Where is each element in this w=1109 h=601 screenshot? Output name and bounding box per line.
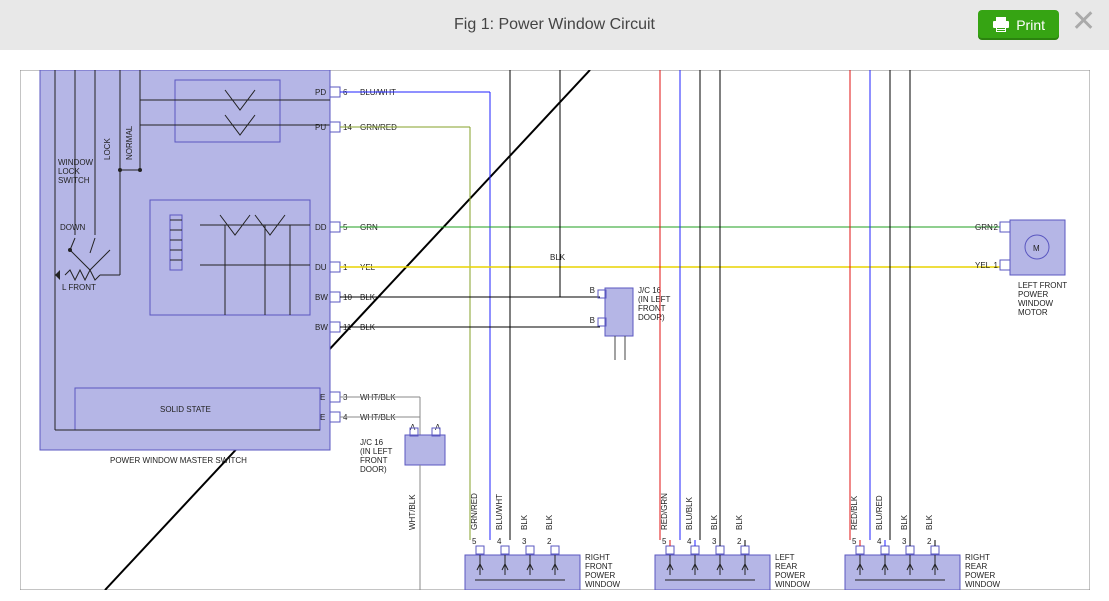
svg-text:3: 3 [522,537,527,546]
svg-text:4: 4 [687,537,692,546]
pin-du-tag: DU [315,263,327,272]
normal-label: NORMAL [125,125,134,160]
svg-text:BLU/BLK: BLU/BLK [685,496,694,530]
svg-text:B: B [590,316,595,325]
svg-text:5: 5 [852,537,857,546]
svg-text:BLU/WHT: BLU/WHT [495,494,504,530]
jc16-top-label: J/C 16(IN LEFTFRONTDOOR) [638,286,671,322]
svg-text:BLU/RED: BLU/RED [875,495,884,530]
svg-text:1: 1 [994,261,999,270]
close-button[interactable]: ✕ [1065,4,1101,40]
motor-label: LEFT FRONTPOWERWINDOWMOTOR [1018,281,1067,317]
solid-state-label: SOLID STATE [160,405,211,414]
print-button[interactable]: Print [978,10,1059,40]
pin-pd-tag: PD [315,88,326,97]
print-label: Print [1016,17,1045,33]
pin-bw2-tag: BW [315,323,328,332]
control-label-2: RIGHTREARPOWERWINDOWCONTROL [965,553,1005,590]
svg-text:4: 4 [497,537,502,546]
svg-text:RED/GRN: RED/GRN [660,493,669,530]
svg-text:2: 2 [547,537,552,546]
svg-text:4: 4 [877,537,882,546]
diagram-canvas: POWER WINDOW MASTER SWITCH WINDOWLOCKSWI… [0,50,1109,601]
svg-text:5: 5 [472,537,477,546]
svg-text:BLK: BLK [545,514,554,530]
svg-text:B: B [590,286,595,295]
printer-icon [992,17,1010,33]
control-box-1 [655,555,770,590]
svg-text:BLK: BLK [925,514,934,530]
svg-text:BLK: BLK [710,514,719,530]
pin-e2-tag: E [320,413,325,422]
svg-text:GRN: GRN [975,223,993,232]
l-front-label: L FRONT [62,283,96,292]
mid-blk-label: BLK [550,253,566,262]
pin-dd-tag: DD [315,223,327,232]
pin-e1-tag: E [320,393,325,402]
svg-text:3: 3 [712,537,717,546]
svg-text:3: 3 [902,537,907,546]
svg-text:RED/BLK: RED/BLK [850,495,859,530]
svg-text:5: 5 [662,537,667,546]
svg-text:YEL: YEL [975,261,991,270]
master-switch-label: POWER WINDOW MASTER SWITCH [110,456,247,465]
svg-text:GRN/RED: GRN/RED [470,493,479,530]
control-box-2 [845,555,960,590]
page-title: Fig 1: Power Window Circuit [454,16,655,34]
pin-pu-tag: PU [315,123,326,132]
pin-bw1-tag: BW [315,293,328,302]
svg-text:2: 2 [927,537,932,546]
svg-text:BLK: BLK [735,514,744,530]
lock-label: LOCK [103,138,112,160]
control-label-1: LEFTREARPOWERWINDOWCONTROL [775,553,815,590]
whtblk-down-label: WHT/BLK [408,494,417,530]
svg-text:M: M [1033,244,1040,253]
jc16-bot-label: J/C 16(IN LEFTFRONTDOOR) [360,438,393,474]
wiring-diagram: POWER WINDOW MASTER SWITCH WINDOWLOCKSWI… [20,70,1090,590]
control-box-0 [465,555,580,590]
svg-text:BLK: BLK [520,514,529,530]
svg-text:2: 2 [737,537,742,546]
down-label: DOWN [60,223,86,232]
jc16-top-box [605,288,633,336]
header-bar: Fig 1: Power Window Circuit Print ✕ [0,0,1109,50]
control-label-0: RIGHTFRONTPOWERWINDOWCONTROL [585,553,625,590]
jc16-bot-box [405,435,445,465]
svg-text:BLK: BLK [900,514,909,530]
close-icon: ✕ [1071,5,1096,38]
svg-text:2: 2 [994,223,999,232]
